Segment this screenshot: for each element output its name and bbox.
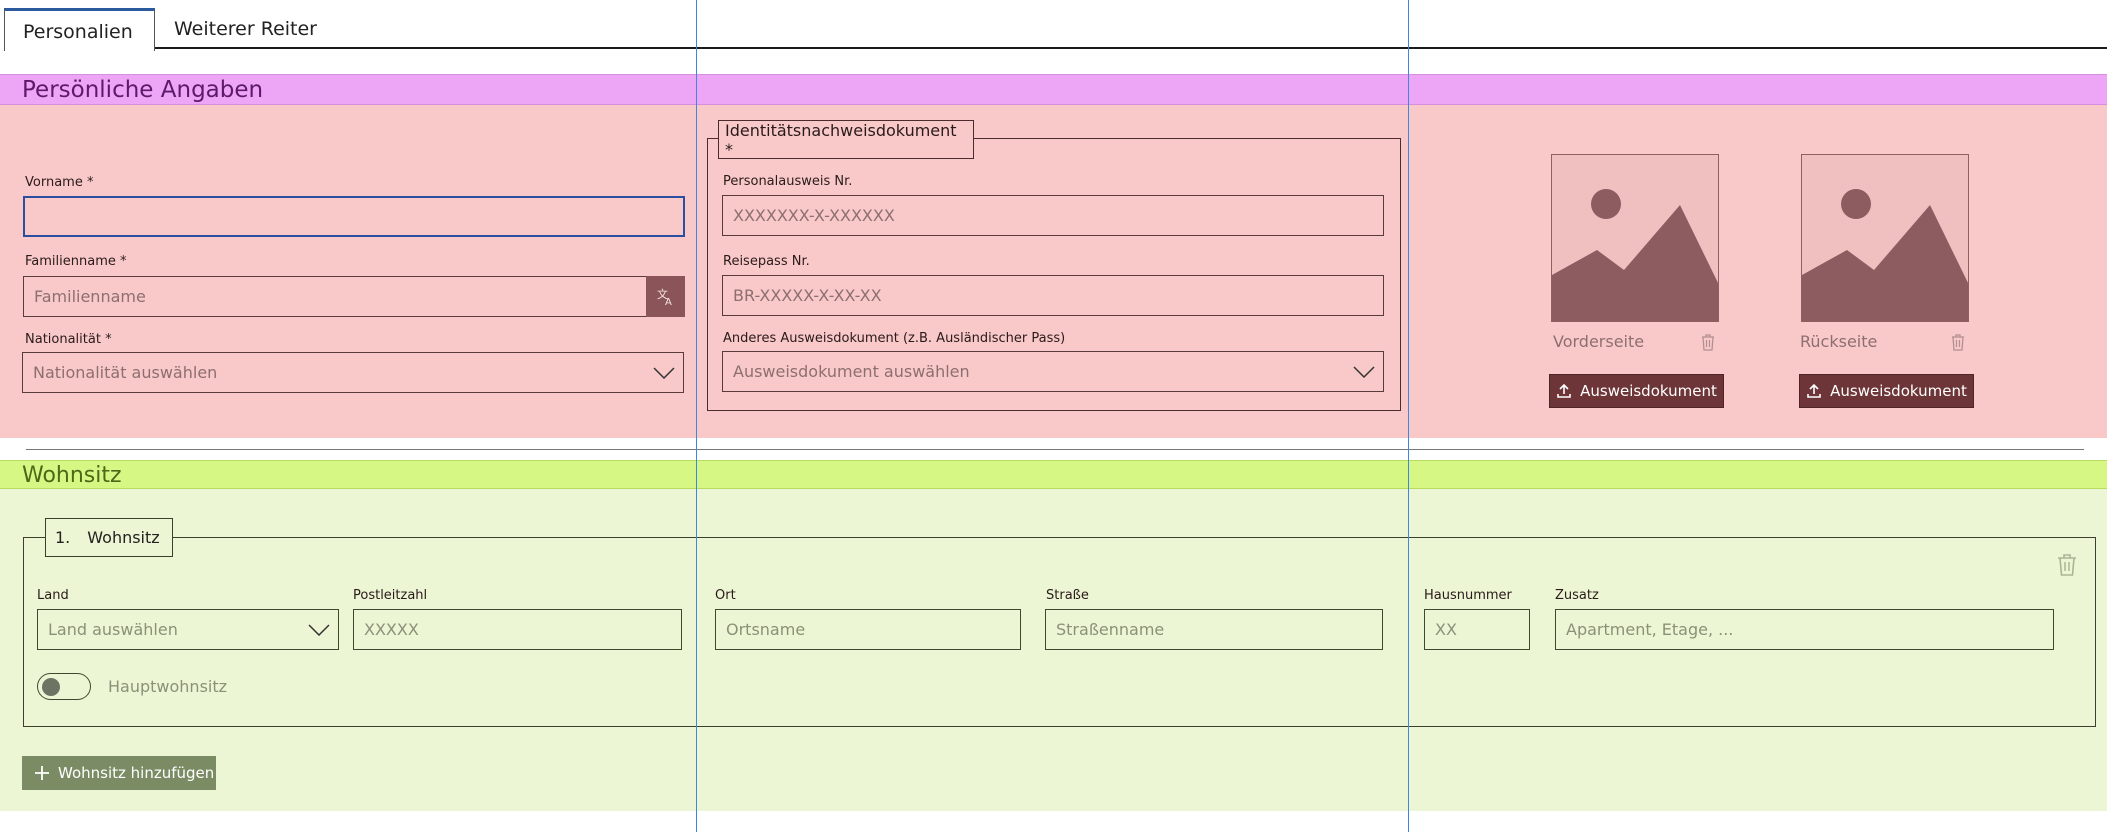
- anderes-ausweisdokument-label: Anderes Ausweisdokument (z.B. Ausländisc…: [723, 331, 1066, 346]
- image-icon: [1552, 155, 1718, 321]
- wohnsitz-entry-number: 1.: [55, 528, 71, 547]
- familienname-placeholder: Familienname: [34, 287, 146, 306]
- zusatz-input[interactable]: Apartment, Etage, ...: [1555, 609, 2054, 650]
- vorderseite-caption: Vorderseite: [1553, 332, 1645, 351]
- vorname-input[interactable]: [23, 196, 685, 237]
- add-wohnsitz-label: Wohnsitz hinzufügen: [58, 764, 215, 782]
- upload-rueckseite-button[interactable]: Ausweisdokument: [1799, 374, 1974, 408]
- tabbar-underline: [153, 47, 2107, 49]
- image-placeholder-vorderseite: [1551, 154, 1719, 322]
- chevron-down-icon: [653, 366, 675, 379]
- ort-input[interactable]: Ortsname: [715, 609, 1021, 650]
- upload-icon: [1557, 383, 1571, 398]
- zusatz-label: Zusatz: [1555, 588, 1599, 603]
- section-title: Wohnsitz: [22, 463, 122, 488]
- tab-weiterer-reiter[interactable]: Weiterer Reiter: [174, 18, 317, 40]
- familienname-input[interactable]: Familienname: [23, 276, 647, 317]
- plz-input[interactable]: XXXXX: [353, 609, 682, 650]
- nationalitaet-select[interactable]: Nationalität auswählen: [22, 352, 684, 393]
- ort-label: Ort: [715, 588, 736, 603]
- vorname-label: Vorname *: [25, 175, 94, 190]
- section-header-wohnsitz: Wohnsitz: [0, 460, 2107, 489]
- upload-rueckseite-label: Ausweisdokument: [1830, 382, 1967, 400]
- reisepass-label: Reisepass Nr.: [723, 254, 810, 269]
- land-label: Land: [37, 588, 69, 603]
- guide-line: [1408, 0, 1409, 832]
- wohnsitz-entry-legend: 1. Wohnsitz: [45, 518, 173, 557]
- trash-icon[interactable]: [2056, 553, 2078, 581]
- land-select[interactable]: Land auswählen: [37, 609, 339, 650]
- zusatz-placeholder: Apartment, Etage, ...: [1566, 620, 1734, 639]
- svg-text:A: A: [665, 297, 672, 307]
- personalausweis-input[interactable]: XXXXXXX-X-XXXXXX: [722, 195, 1384, 236]
- tab-weiterer-reiter-label: Weiterer Reiter: [174, 18, 317, 40]
- hauptwohnsitz-toggle[interactable]: [37, 673, 91, 700]
- image-icon: [1802, 155, 1968, 321]
- toggle-knob: [42, 677, 60, 696]
- tab-personalien[interactable]: Personalien: [4, 8, 155, 51]
- upload-icon: [1807, 383, 1821, 398]
- plus-icon: [35, 766, 49, 780]
- hausnummer-placeholder: XX: [1435, 620, 1457, 639]
- upload-vorderseite-button[interactable]: Ausweisdokument: [1549, 374, 1724, 408]
- strasse-input[interactable]: Straßenname: [1045, 609, 1383, 650]
- section-title: Persönliche Angaben: [22, 77, 264, 103]
- anderes-ausweisdokument-placeholder: Ausweisdokument auswählen: [733, 362, 970, 381]
- strasse-label: Straße: [1046, 588, 1089, 603]
- nationalitaet-label: Nationalität *: [25, 332, 112, 347]
- plz-placeholder: XXXXX: [364, 620, 419, 639]
- reisepass-placeholder: BR-XXXXX-X-XX-XX: [733, 286, 882, 305]
- ort-placeholder: Ortsname: [726, 620, 806, 639]
- nationalitaet-placeholder: Nationalität auswählen: [33, 363, 218, 382]
- guide-line: [696, 0, 697, 832]
- translate-icon[interactable]: 文A: [646, 276, 685, 317]
- section-divider: [26, 449, 2084, 450]
- anderes-ausweisdokument-select[interactable]: Ausweisdokument auswählen: [722, 351, 1384, 392]
- add-wohnsitz-button[interactable]: Wohnsitz hinzufügen: [22, 756, 216, 790]
- familienname-label: Familienname *: [25, 254, 127, 269]
- trash-icon[interactable]: [1950, 333, 1966, 355]
- trash-icon[interactable]: [1700, 333, 1716, 355]
- id-document-legend-text: Identitätsnachweisdokument *: [725, 120, 957, 159]
- rueckseite-caption: Rückseite: [1800, 332, 1878, 351]
- chevron-down-icon: [1353, 365, 1375, 378]
- personalausweis-label: Personalausweis Nr.: [723, 174, 853, 189]
- hauptwohnsitz-label: Hauptwohnsitz: [108, 677, 228, 696]
- plz-label: Postleitzahl: [353, 588, 428, 603]
- personalausweis-placeholder: XXXXXXX-X-XXXXXX: [733, 206, 895, 225]
- wohnsitz-entry-title: Wohnsitz: [87, 528, 160, 547]
- upload-vorderseite-label: Ausweisdokument: [1580, 382, 1717, 400]
- section-header-persoenliche-angaben: Persönliche Angaben: [0, 74, 2107, 105]
- hausnummer-label: Hausnummer: [1424, 588, 1512, 603]
- strasse-placeholder: Straßenname: [1056, 620, 1165, 639]
- land-placeholder: Land auswählen: [48, 620, 178, 639]
- chevron-down-icon: [308, 623, 330, 636]
- tab-personalien-label: Personalien: [23, 21, 133, 43]
- reisepass-input[interactable]: BR-XXXXX-X-XX-XX: [722, 275, 1384, 316]
- image-placeholder-rueckseite: [1801, 154, 1969, 322]
- hausnummer-input[interactable]: XX: [1424, 609, 1530, 650]
- id-document-legend: Identitätsnachweisdokument *: [718, 120, 974, 159]
